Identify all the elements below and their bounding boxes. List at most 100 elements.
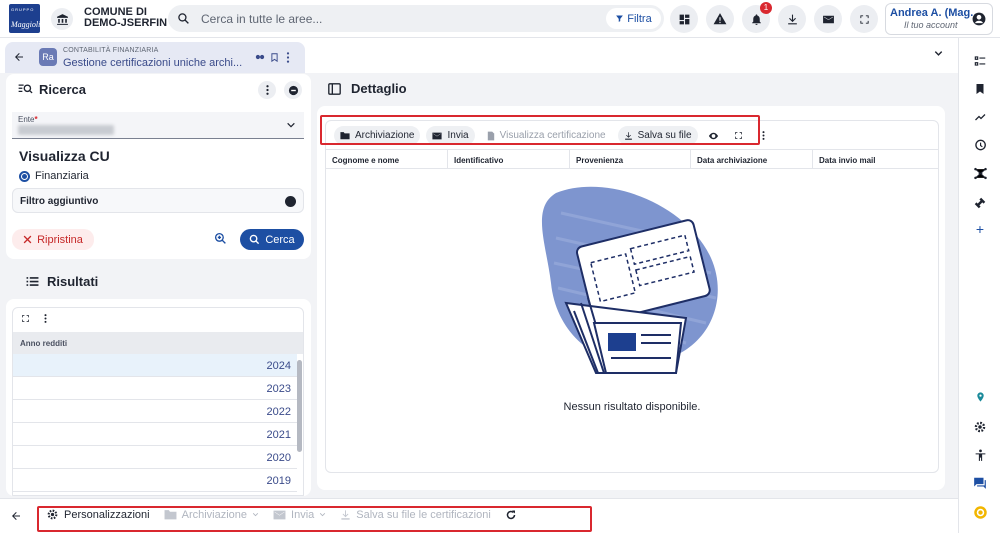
mail-icon bbox=[822, 15, 834, 23]
search-input[interactable]: Cerca in tutte le aree... bbox=[201, 12, 322, 26]
reset-button[interactable]: Ripristina bbox=[12, 229, 94, 250]
dashboard-icon bbox=[679, 14, 689, 24]
help-support-icon[interactable] bbox=[972, 504, 988, 520]
download-icon bbox=[787, 14, 797, 24]
tab-title: Gestione certificazioni uniche archi... bbox=[63, 57, 243, 69]
warning-icon bbox=[713, 13, 727, 25]
tab-gestione-certificazioni[interactable]: Ra CONTABILITÀ FINANZIARIA Gestione cert… bbox=[5, 42, 305, 73]
history-icon[interactable] bbox=[972, 137, 988, 153]
bell-icon bbox=[751, 13, 761, 25]
search-button[interactable]: Cerca bbox=[240, 229, 304, 250]
ente-select[interactable]: Ente* bbox=[12, 112, 304, 139]
search-panel-header: Ricerca bbox=[18, 82, 86, 97]
table-row[interactable]: 2024 bbox=[13, 354, 297, 377]
manage-search-icon bbox=[18, 84, 33, 94]
results-panel: Anno redditi 2024 2023 2022 2021 2020 20… bbox=[6, 299, 311, 496]
chat-icon[interactable] bbox=[972, 475, 988, 491]
plugin-icon[interactable] bbox=[972, 195, 988, 211]
search-panel-title: Ricerca bbox=[39, 82, 86, 97]
table-row[interactable]: 2021 bbox=[13, 423, 297, 446]
table-row[interactable]: 2020 bbox=[13, 446, 297, 469]
user-name: Andrea A. (Mag... bbox=[890, 7, 980, 19]
fullscreen-icon bbox=[859, 14, 869, 24]
municipality-building-icon bbox=[51, 8, 73, 30]
table-row[interactable]: 2019 bbox=[13, 469, 297, 492]
radio-selected-icon[interactable] bbox=[19, 170, 30, 182]
results-toolbar bbox=[21, 314, 47, 323]
user-account-button[interactable]: Andrea A. (Mag... Il tuo account bbox=[885, 3, 993, 35]
empty-state-message: Nessun risultato disponibile. bbox=[563, 401, 701, 413]
filtro-aggiuntivo-label: Filtro aggiuntivo bbox=[20, 196, 99, 207]
radio-finanziaria[interactable]: Finanziaria bbox=[19, 170, 89, 182]
filter-button[interactable]: Filtra bbox=[606, 8, 661, 29]
detail-title: Dettaglio bbox=[351, 81, 407, 96]
tab-app-icon: Ra bbox=[39, 48, 57, 66]
search-button-label: Cerca bbox=[265, 233, 295, 246]
highlight-bottom-toolbar bbox=[37, 506, 592, 532]
results-scrollbar[interactable] bbox=[297, 360, 302, 452]
download-button[interactable] bbox=[778, 5, 806, 33]
chevron-down-icon bbox=[286, 120, 296, 130]
bookmark-icon[interactable] bbox=[270, 52, 279, 63]
results-title: Risultati bbox=[47, 274, 99, 289]
highlight-detail-toolbar bbox=[320, 115, 760, 145]
search-icon bbox=[177, 12, 190, 25]
account-icon bbox=[972, 12, 986, 26]
chevron-down-icon[interactable] bbox=[933, 48, 944, 59]
checklist-icon[interactable] bbox=[972, 53, 988, 69]
accessibility-icon[interactable] bbox=[972, 447, 988, 463]
fullscreen-icon[interactable] bbox=[21, 314, 30, 323]
column-header[interactable]: Cognome e nome bbox=[332, 156, 399, 165]
top-bar: GRUPPO Maggioli COMUNE DI DEMO-JSERFIN C… bbox=[0, 0, 1000, 38]
maggioli-logo[interactable]: GRUPPO Maggioli bbox=[9, 4, 40, 33]
zoom-in-icon[interactable] bbox=[214, 232, 227, 245]
filter-icon bbox=[616, 15, 624, 22]
search-panel: Ricerca Ente* Visualizza CU Finanziaria … bbox=[6, 74, 311, 259]
search-panel-more-icon[interactable] bbox=[258, 81, 276, 99]
reset-label: Ripristina bbox=[37, 233, 83, 246]
fullscreen-button[interactable] bbox=[850, 5, 878, 33]
trending-icon[interactable] bbox=[972, 109, 988, 125]
tab-bar: Ra CONTABILITÀ FINANZIARIA Gestione cert… bbox=[0, 38, 958, 73]
dashboard-button[interactable] bbox=[670, 5, 698, 33]
detail-panel: Archiviazione Invia Visualizza certifica… bbox=[317, 106, 945, 490]
add-icon[interactable]: + bbox=[972, 221, 988, 237]
column-header[interactable]: Identificativo bbox=[454, 156, 503, 165]
ente-label: Ente* bbox=[18, 115, 38, 124]
anno-redditi-header[interactable]: Anno redditi bbox=[13, 332, 303, 354]
notifications-badge: 1 bbox=[760, 2, 772, 14]
close-icon bbox=[23, 235, 32, 244]
column-header[interactable]: Data archiviazione bbox=[697, 156, 767, 165]
detail-table-header: Cognome e nome Identificativo Provenienz… bbox=[326, 149, 938, 169]
global-search[interactable]: Cerca in tutte le aree... Filtra bbox=[168, 5, 664, 32]
table-row[interactable]: 2022 bbox=[13, 400, 297, 423]
search-icon bbox=[250, 234, 260, 245]
more-vert-icon[interactable] bbox=[286, 52, 290, 63]
mail-button[interactable] bbox=[814, 5, 842, 33]
bookmarks-icon[interactable] bbox=[972, 81, 988, 97]
table-row[interactable]: 2023 bbox=[13, 377, 297, 400]
column-header[interactable]: Provenienza bbox=[576, 156, 623, 165]
more-vert-icon[interactable] bbox=[44, 314, 47, 323]
municipality-name: COMUNE DI DEMO-JSERFIN bbox=[84, 6, 168, 29]
user-subtitle: Il tuo account bbox=[904, 20, 958, 30]
results-header: Risultati bbox=[26, 274, 98, 289]
expand-icon[interactable] bbox=[285, 196, 296, 207]
column-header[interactable]: Data invio mail bbox=[819, 156, 875, 165]
filtro-aggiuntivo-accordion[interactable]: Filtro aggiuntivo bbox=[12, 188, 304, 213]
results-grid: Anno redditi 2024 2023 2022 2021 2020 20… bbox=[12, 307, 304, 496]
settings-gear-icon[interactable] bbox=[972, 419, 988, 435]
collapse-panel-icon[interactable] bbox=[284, 81, 302, 99]
notifications-button[interactable]: 1 bbox=[742, 2, 772, 33]
hub-icon[interactable] bbox=[972, 165, 988, 181]
location-pin-icon[interactable] bbox=[972, 389, 988, 405]
back-arrow-icon[interactable] bbox=[13, 51, 25, 63]
back-arrow-icon[interactable] bbox=[10, 510, 22, 522]
logo-bottom-text: Maggioli bbox=[11, 20, 40, 29]
side-panel-icon[interactable] bbox=[328, 82, 341, 95]
warning-button[interactable] bbox=[706, 5, 734, 33]
detail-header: Dettaglio bbox=[328, 81, 407, 96]
detail-grid: Archiviazione Invia Visualizza certifica… bbox=[325, 120, 939, 473]
logo-top-text: GRUPPO bbox=[11, 7, 35, 12]
link-icon[interactable] bbox=[255, 52, 265, 62]
